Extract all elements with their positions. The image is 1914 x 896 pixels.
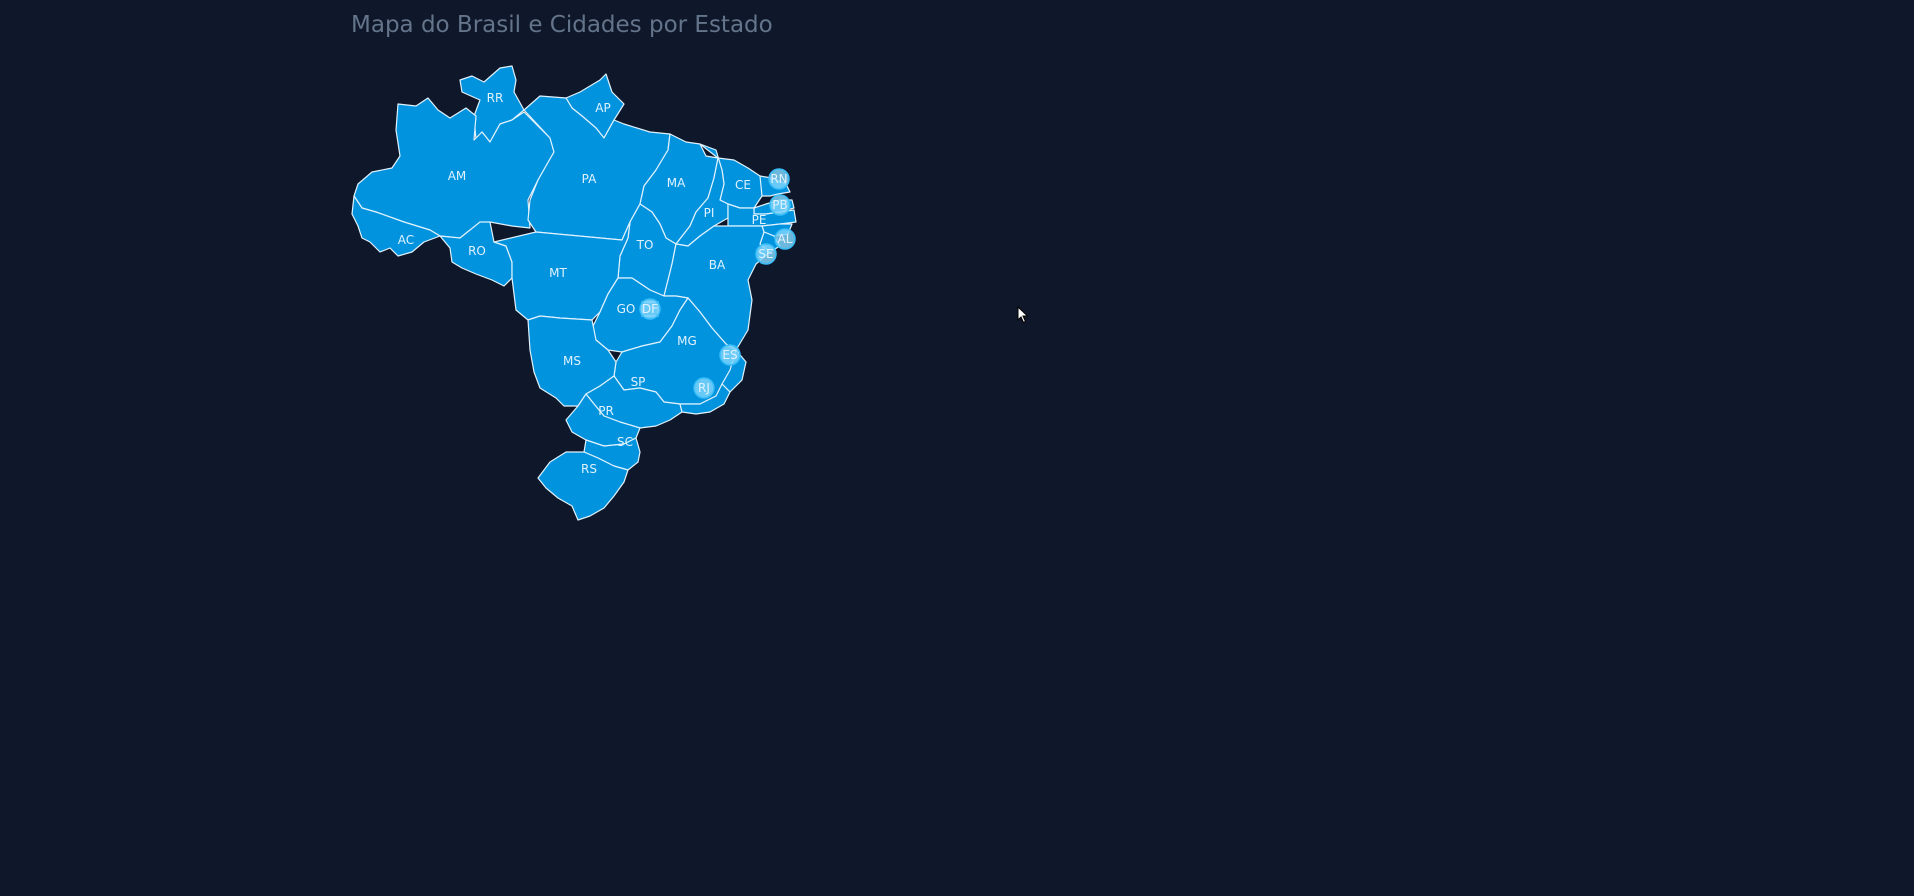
city-marker-pb[interactable] xyxy=(769,194,791,216)
city-marker-es[interactable] xyxy=(719,344,741,366)
brazil-map: RRAPAM PA MA CE RNPBPI PEALSEACRO TOBAMTGO DFMG… xyxy=(351,65,797,521)
state-shapes xyxy=(351,65,797,521)
city-marker-se[interactable] xyxy=(755,243,777,265)
city-marker-rj[interactable] xyxy=(693,377,715,399)
city-marker-rn[interactable] xyxy=(768,168,790,190)
city-marker-df[interactable] xyxy=(639,298,661,320)
city-marker-al[interactable] xyxy=(774,228,796,250)
mouse-cursor-icon xyxy=(1017,306,1029,324)
